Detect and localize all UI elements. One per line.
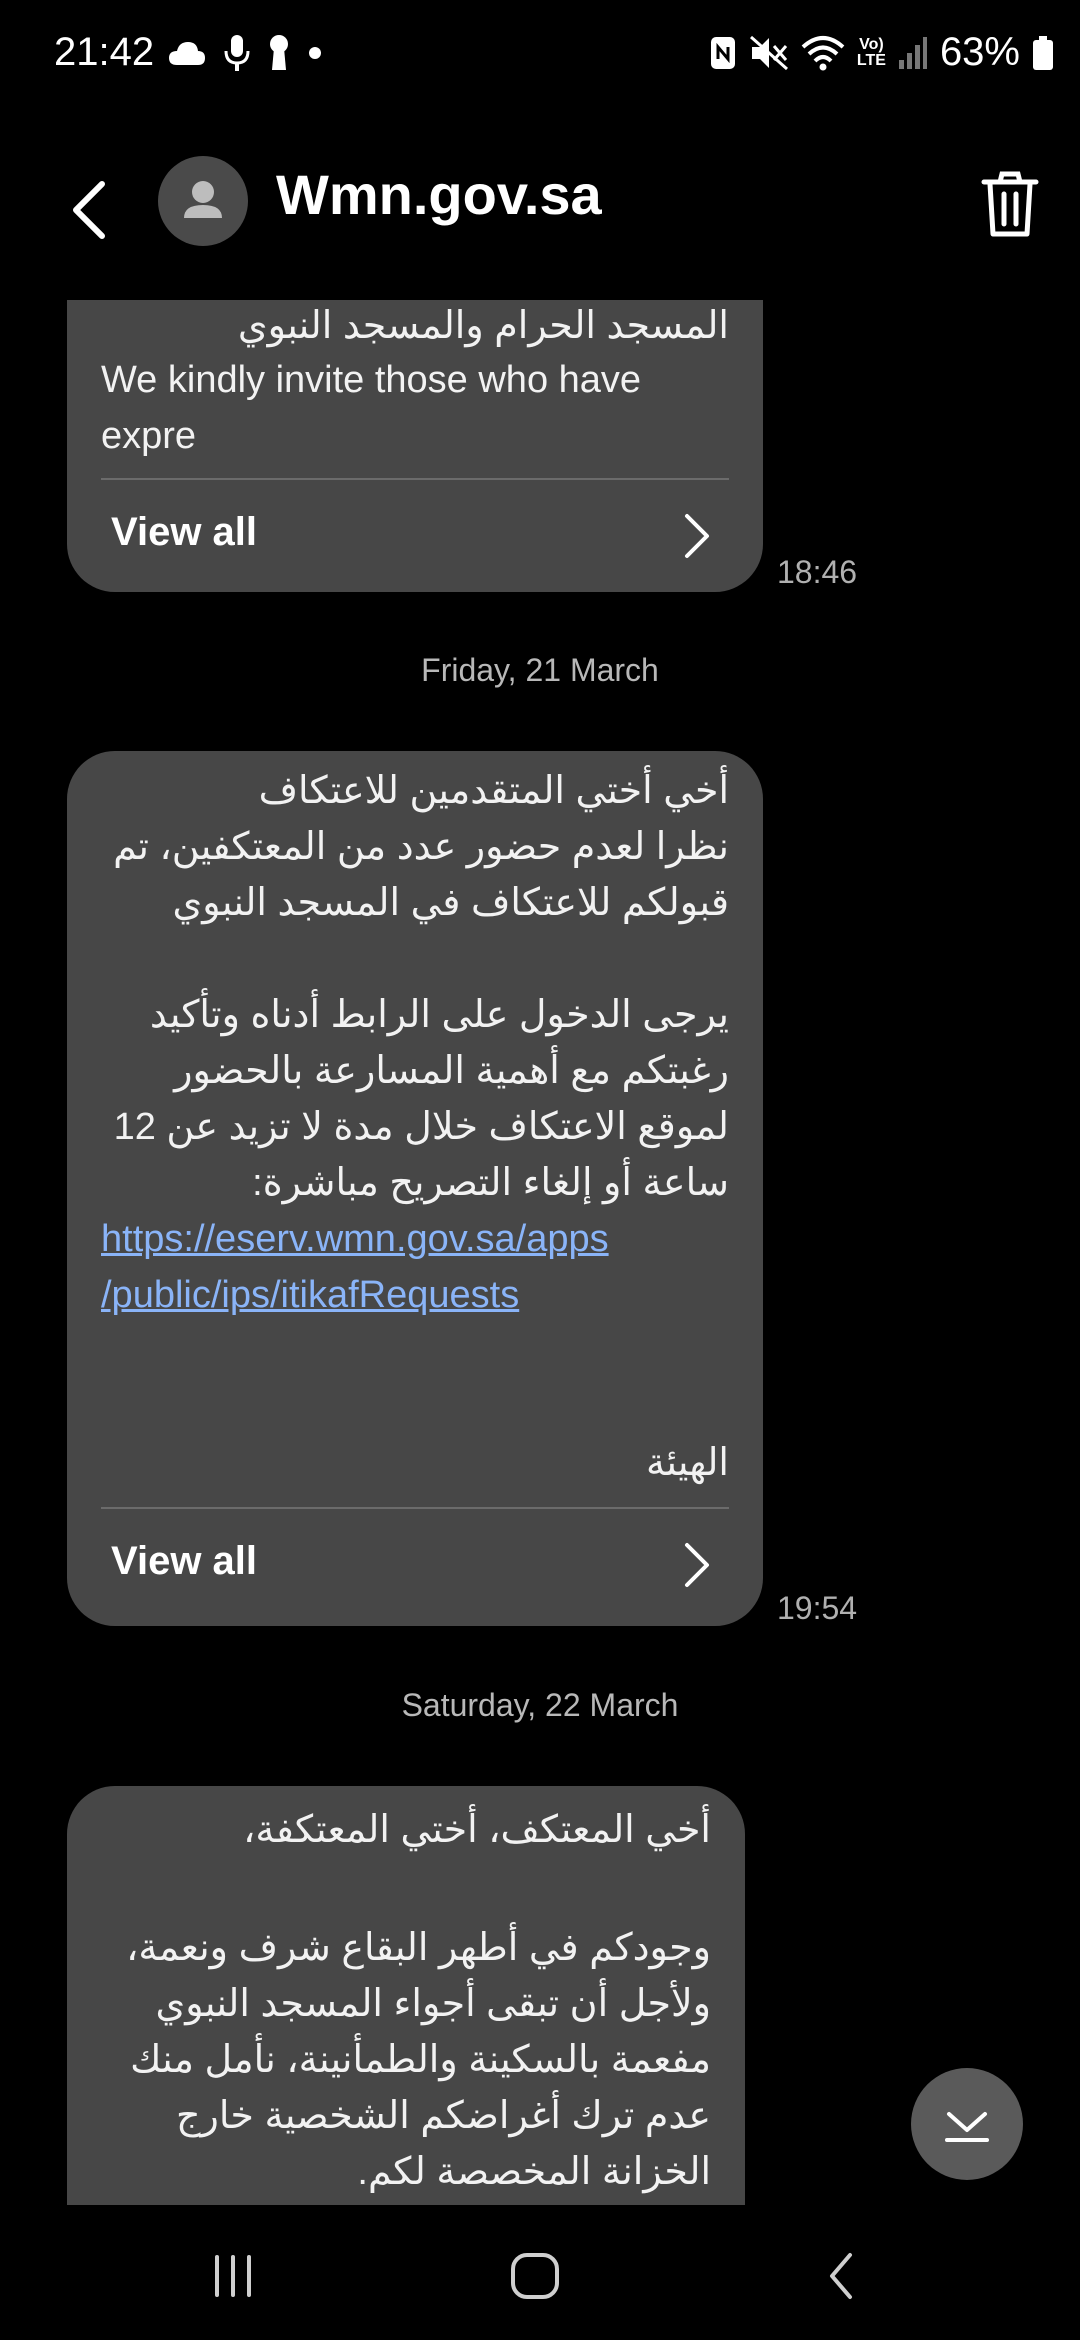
delete-button[interactable] (980, 170, 1040, 240)
dot-icon (309, 47, 321, 59)
keyhole-icon (270, 35, 288, 70)
message-link[interactable]: /public/ips/itikafRequests (101, 1267, 729, 1323)
message-line: ولأجل أن تبقى أجواء المسجد النبوي (155, 1983, 711, 2025)
message-line: رغبتكم مع أهمية المسارعة بالحضور (174, 1050, 729, 1092)
message-time: 18:46 (777, 554, 858, 590)
scroll-to-bottom-button[interactable] (911, 2068, 1023, 2180)
message-line: We kindly invite those who have (101, 359, 642, 401)
battery-icon (1033, 35, 1053, 70)
message-line: ساعة أو إلغاء التصريح مباشرة: (252, 1162, 729, 1204)
message-bubble[interactable]: أخي المعتكف، أختي المعتكفة، وجودكم في أط… (67, 1786, 745, 2206)
message-line: أخي أختي المتقدمين للاعتكاف (258, 770, 729, 812)
signal-icon (898, 36, 927, 69)
message-time: 19:54 (777, 1590, 858, 1626)
volte-icon: Vo) LTE (856, 35, 886, 69)
person-icon (184, 181, 222, 218)
cloud-icon (169, 42, 205, 65)
back-button[interactable] (60, 170, 120, 250)
status-left-icons (168, 34, 322, 72)
avatar[interactable] (158, 156, 248, 246)
message-line (101, 1858, 711, 1920)
wifi-icon (801, 35, 845, 70)
status-time: 21:42 (54, 30, 155, 74)
nfc-icon (710, 36, 735, 69)
recent-apps-button[interactable] (193, 2245, 273, 2305)
chevron-right-icon (685, 514, 709, 558)
message-line: وجودكم في أطهر البقاع شرف ونعمة، (126, 1927, 711, 1969)
status-right-icons: Vo) LTE 63% (709, 30, 1054, 75)
mute-icon (749, 35, 788, 70)
message-line: الخزانة المخصصة لكم. (357, 2151, 711, 2193)
chevron-down-icon (945, 2112, 989, 2142)
view-all-button[interactable]: View all (67, 1509, 763, 1619)
message-line: المسجد الحرام والمسجد النبوي (237, 305, 729, 347)
message-link[interactable]: https://eserv.wmn.gov.sa/apps (101, 1211, 729, 1267)
back-nav-button[interactable] (800, 2245, 880, 2305)
message-bubble[interactable]: أخي أختي المتقدمين للاعتكاف نظرا لعدم حض… (67, 751, 763, 1626)
view-all-button[interactable]: View all (67, 480, 763, 590)
status-bar: 21:42 Vo) LTE 63% (0, 0, 1080, 110)
home-button[interactable] (495, 2245, 575, 2305)
navigation-bar (0, 2205, 1080, 2340)
message-line: نظرا لعدم حضور عدد من المعتكفين، تم (113, 826, 729, 868)
view-all-label: View all (111, 510, 258, 554)
view-all-label: View all (111, 1539, 258, 1583)
date-separator: Saturday, 22 March (401, 1687, 679, 1723)
message-signature: الهيئة (646, 1442, 729, 1484)
message-line: قبولكم للاعتكاف في المسجد النبوي (172, 882, 729, 924)
chevron-right-icon (685, 1543, 709, 1587)
battery-percent: 63% (939, 30, 1020, 74)
message-line: أخي المعتكف، أختي المعتكفة، (243, 1809, 711, 1851)
message-line: لموقع الاعتكاف خلال مدة لا تزيد عن 12 (113, 1106, 729, 1148)
mic-icon (224, 35, 250, 71)
conversation-header: Wmn.gov.sa (0, 140, 1080, 270)
date-separator: Friday, 21 March (421, 652, 659, 688)
message-line: عدم ترك أغراضكم الشخصية خارج (175, 2095, 711, 2137)
message-line: expre (101, 415, 197, 457)
message-line: يرجى الدخول على الرابط أدناه وتأكيد (149, 994, 729, 1036)
message-line: مفعمة بالسكينة والطمأنينة، نأمل منك (130, 2039, 711, 2081)
message-line (101, 931, 729, 987)
message-bubble[interactable]: المسجد الحرام والمسجد النبوي We kindly i… (67, 300, 763, 592)
contact-name[interactable]: Wmn.gov.sa (276, 162, 602, 227)
